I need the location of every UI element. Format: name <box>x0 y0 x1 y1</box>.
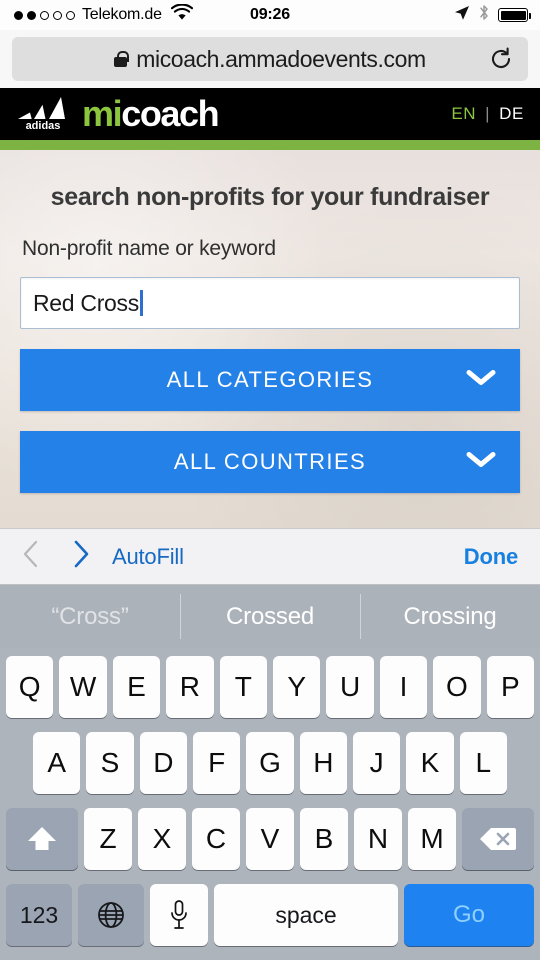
language-switcher[interactable]: EN | DE <box>451 104 524 124</box>
key-c[interactable]: C <box>192 808 240 870</box>
key-a[interactable]: A <box>33 732 81 794</box>
key-j[interactable]: J <box>352 732 401 794</box>
green-accent-bar <box>0 140 540 150</box>
key-v[interactable]: V <box>246 808 294 870</box>
page-title: search non-profits for your fundraiser <box>50 183 490 211</box>
countries-dropdown[interactable]: ALL COUNTRIES <box>20 431 520 493</box>
key-y[interactable]: Y <box>273 656 321 718</box>
search-field-label: Non-profit name or keyword <box>22 237 276 260</box>
key-f[interactable]: F <box>193 732 241 794</box>
key-p[interactable]: P <box>486 656 535 718</box>
key-l[interactable]: L <box>459 732 507 794</box>
key-w[interactable]: W <box>59 656 107 718</box>
shift-key[interactable] <box>6 808 78 870</box>
key-i[interactable]: I <box>379 656 428 718</box>
key-b[interactable]: B <box>300 808 348 870</box>
key-o[interactable]: O <box>433 656 481 718</box>
on-screen-keyboard: Q W E R T Y U I O P A S D F G H J K L Z … <box>0 648 540 960</box>
location-arrow-icon <box>454 5 470 26</box>
backspace-key[interactable] <box>462 808 534 870</box>
reload-icon[interactable] <box>488 46 514 72</box>
key-q[interactable]: Q <box>5 656 54 718</box>
status-bar-right <box>454 4 540 26</box>
key-m[interactable]: M <box>408 808 456 870</box>
adidas-wordmark: adidas <box>25 120 61 132</box>
key-d[interactable]: D <box>139 732 187 794</box>
bluetooth-icon <box>478 4 490 26</box>
keyboard-row-3: Z X C V B N M <box>0 808 540 870</box>
site-header: adidas micoach EN | DE <box>0 88 540 140</box>
key-z[interactable]: Z <box>84 808 132 870</box>
phone-screen: Telekom.de 09:26 micoach.ammadoevents.co… <box>0 0 540 960</box>
numbers-key[interactable]: 123 <box>6 884 72 946</box>
microphone-icon[interactable] <box>150 884 208 946</box>
keyboard-accessory-bar: AutoFill Done <box>0 528 540 585</box>
key-g[interactable]: G <box>246 732 294 794</box>
text-cursor <box>139 290 143 316</box>
key-h[interactable]: H <box>299 732 347 794</box>
address-bar[interactable]: micoach.ammadoevents.com <box>12 37 528 81</box>
key-r[interactable]: R <box>166 656 214 718</box>
lang-separator: | <box>485 104 491 123</box>
browser-toolbar: micoach.ammadoevents.com <box>0 30 540 88</box>
categories-dropdown[interactable]: ALL CATEGORIES <box>20 349 520 411</box>
done-button[interactable]: Done <box>464 544 518 570</box>
keyboard-row-1: Q W E R T Y U I O P <box>0 656 540 718</box>
brand-mi: mi <box>82 93 123 134</box>
autofill-button[interactable]: AutoFill <box>112 544 184 570</box>
status-bar: Telekom.de 09:26 <box>0 0 540 30</box>
battery-full-icon <box>498 8 531 22</box>
keyboard-row-4: 123 space Go <box>0 884 540 946</box>
search-input[interactable]: Red Cross <box>20 277 520 329</box>
key-n[interactable]: N <box>354 808 402 870</box>
suggestion-1[interactable]: Crossed <box>180 585 360 648</box>
categories-dropdown-label: ALL CATEGORIES <box>166 367 374 392</box>
lang-de[interactable]: DE <box>499 104 524 124</box>
chevron-left-icon <box>22 540 39 573</box>
keyboard-row-2: A S D F G H J K L <box>0 732 540 794</box>
countries-dropdown-label: ALL COUNTRIES <box>173 449 367 474</box>
go-key[interactable]: Go <box>404 884 534 946</box>
form-navigation <box>22 540 90 573</box>
key-u[interactable]: U <box>326 656 374 718</box>
key-t[interactable]: T <box>219 656 267 718</box>
micoach-brand[interactable]: micoach <box>82 93 220 135</box>
chevron-down-icon <box>466 369 496 392</box>
url-text: micoach.ammadoevents.com <box>136 45 426 72</box>
globe-icon[interactable] <box>78 884 144 946</box>
predictive-text-bar: “Cross” Crossed Crossing <box>0 585 540 648</box>
chevron-right-icon[interactable] <box>73 540 90 573</box>
page-content: search non-profits for your fundraiser N… <box>0 150 540 528</box>
key-k[interactable]: K <box>406 732 454 794</box>
lang-en[interactable]: EN <box>451 104 476 124</box>
space-key[interactable]: space <box>214 884 398 946</box>
address-bar-content: micoach.ammadoevents.com <box>114 46 426 73</box>
chevron-down-icon <box>466 451 496 474</box>
key-e[interactable]: E <box>112 656 161 718</box>
key-s[interactable]: S <box>86 732 134 794</box>
adidas-logo-icon[interactable]: adidas <box>16 96 70 132</box>
lock-icon <box>114 51 129 67</box>
suggestion-0[interactable]: “Cross” <box>0 585 180 648</box>
brand-coach: coach <box>121 93 219 134</box>
search-input-value: Red Cross <box>33 289 139 316</box>
key-x[interactable]: X <box>138 808 186 870</box>
suggestion-2[interactable]: Crossing <box>360 585 540 648</box>
